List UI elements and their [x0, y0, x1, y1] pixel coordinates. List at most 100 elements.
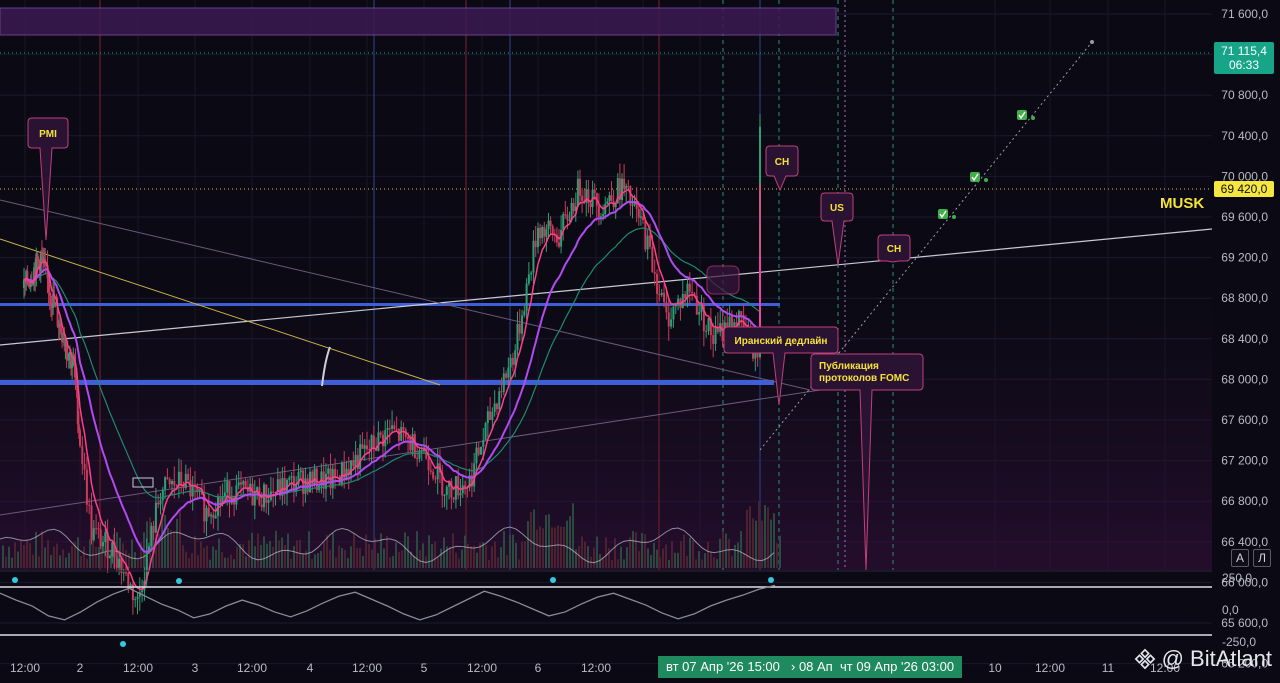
candle-body — [759, 160, 761, 186]
candle-body — [240, 482, 242, 485]
candle-body — [427, 458, 430, 471]
candle-body — [104, 532, 107, 543]
candle-body — [92, 528, 95, 541]
candle-body — [566, 214, 569, 221]
candle-body — [527, 274, 530, 284]
volume-bar — [188, 558, 190, 568]
volume-bar — [173, 532, 175, 568]
volume-bar — [548, 514, 550, 568]
candle-body — [539, 227, 542, 239]
volume-bar — [278, 540, 280, 568]
volume-bar — [164, 515, 166, 568]
volume-bar — [395, 542, 397, 568]
volume-bar — [746, 509, 748, 568]
candle-body — [226, 481, 229, 493]
volume-bar — [644, 533, 646, 568]
x-tick-4: 12:00 — [237, 661, 267, 675]
volume-bar — [320, 550, 322, 568]
volume-bar — [497, 557, 499, 568]
volume-bar — [260, 545, 262, 568]
volume-bar — [683, 534, 685, 568]
y-tick-8: 68 400,0 — [1221, 332, 1268, 346]
volume-bar — [257, 533, 259, 568]
osc-line — [0, 584, 776, 621]
candle-body — [217, 496, 219, 516]
osc-y-tick-0: 250,0 — [1222, 571, 1252, 585]
volume-bar — [656, 549, 658, 568]
volume-bar — [59, 555, 61, 568]
candle-body — [393, 425, 396, 429]
candle-body — [509, 358, 512, 368]
volume-bar — [182, 545, 184, 568]
candle-body — [79, 430, 81, 446]
candle-body — [191, 484, 194, 497]
volume-bar — [191, 553, 193, 568]
volume-bar — [587, 546, 589, 568]
volume-bar — [551, 527, 553, 568]
volume-bar — [170, 529, 172, 568]
y-tick-6: 69 200,0 — [1221, 251, 1268, 265]
volume-bar — [230, 554, 232, 568]
candle-body — [118, 558, 121, 568]
volume-bar — [710, 552, 712, 568]
candle-body — [656, 273, 659, 295]
volume-bar — [485, 545, 487, 568]
volume-bar — [449, 546, 451, 568]
volume-bar — [227, 557, 229, 568]
volume-bar — [680, 540, 682, 568]
volume-bar — [5, 556, 7, 568]
candle-body — [572, 203, 575, 212]
candle-body — [99, 529, 102, 547]
volume-bar — [401, 550, 403, 568]
volume-bar — [200, 541, 202, 568]
volume-bar — [437, 557, 439, 568]
candle-body — [545, 229, 548, 237]
volume-bar — [296, 540, 298, 568]
volume-bar — [536, 529, 538, 568]
volume-bar — [269, 540, 271, 568]
x-tick-3: 3 — [192, 661, 199, 675]
candle-body — [670, 319, 673, 327]
candle-body — [691, 291, 694, 294]
candle-body — [759, 126, 761, 153]
candle-body — [518, 323, 521, 334]
candle-body — [541, 227, 544, 239]
candle-body — [445, 486, 448, 496]
candle-body — [502, 373, 505, 392]
candle-body — [432, 471, 435, 479]
candle-body — [97, 528, 100, 530]
volume-bar — [32, 554, 34, 568]
candle-body — [352, 460, 355, 467]
candle-body — [242, 481, 245, 485]
volume-bar — [641, 532, 643, 568]
volume-bar — [65, 557, 67, 568]
volume-bar — [482, 542, 484, 568]
candle-body — [237, 482, 240, 486]
volume-bar — [131, 539, 133, 568]
volume-bar — [2, 545, 4, 568]
candle-body — [660, 292, 663, 296]
candle-body — [395, 428, 398, 430]
volume-bar — [356, 547, 358, 568]
candle-body — [212, 514, 215, 519]
volume-bar — [716, 559, 718, 568]
volume-bar — [332, 533, 334, 568]
log-scale-button[interactable]: Л — [1253, 549, 1271, 567]
volume-bar — [689, 537, 691, 568]
price-chart[interactable]: PMI CH US CH Иранский дедлайн Публикацияпрото… — [0, 0, 1280, 678]
chart-stage[interactable]: PMI CH US CH Иранский дедлайн Публикация прото… — [0, 0, 1280, 678]
volume-bar — [17, 551, 19, 568]
volume-bar — [677, 552, 679, 568]
volume-bar — [254, 546, 256, 568]
volume-bar — [284, 544, 286, 568]
volume-bar — [503, 531, 505, 568]
volume-bar — [251, 532, 253, 568]
volume-bar — [398, 551, 400, 568]
auto-scale-button[interactable]: A — [1231, 549, 1249, 567]
candle-body — [125, 572, 127, 574]
volume-bar — [233, 559, 235, 568]
candle-body — [388, 428, 391, 430]
candle-body — [340, 462, 343, 486]
candle-body — [366, 445, 368, 450]
volume-bar — [80, 555, 82, 568]
